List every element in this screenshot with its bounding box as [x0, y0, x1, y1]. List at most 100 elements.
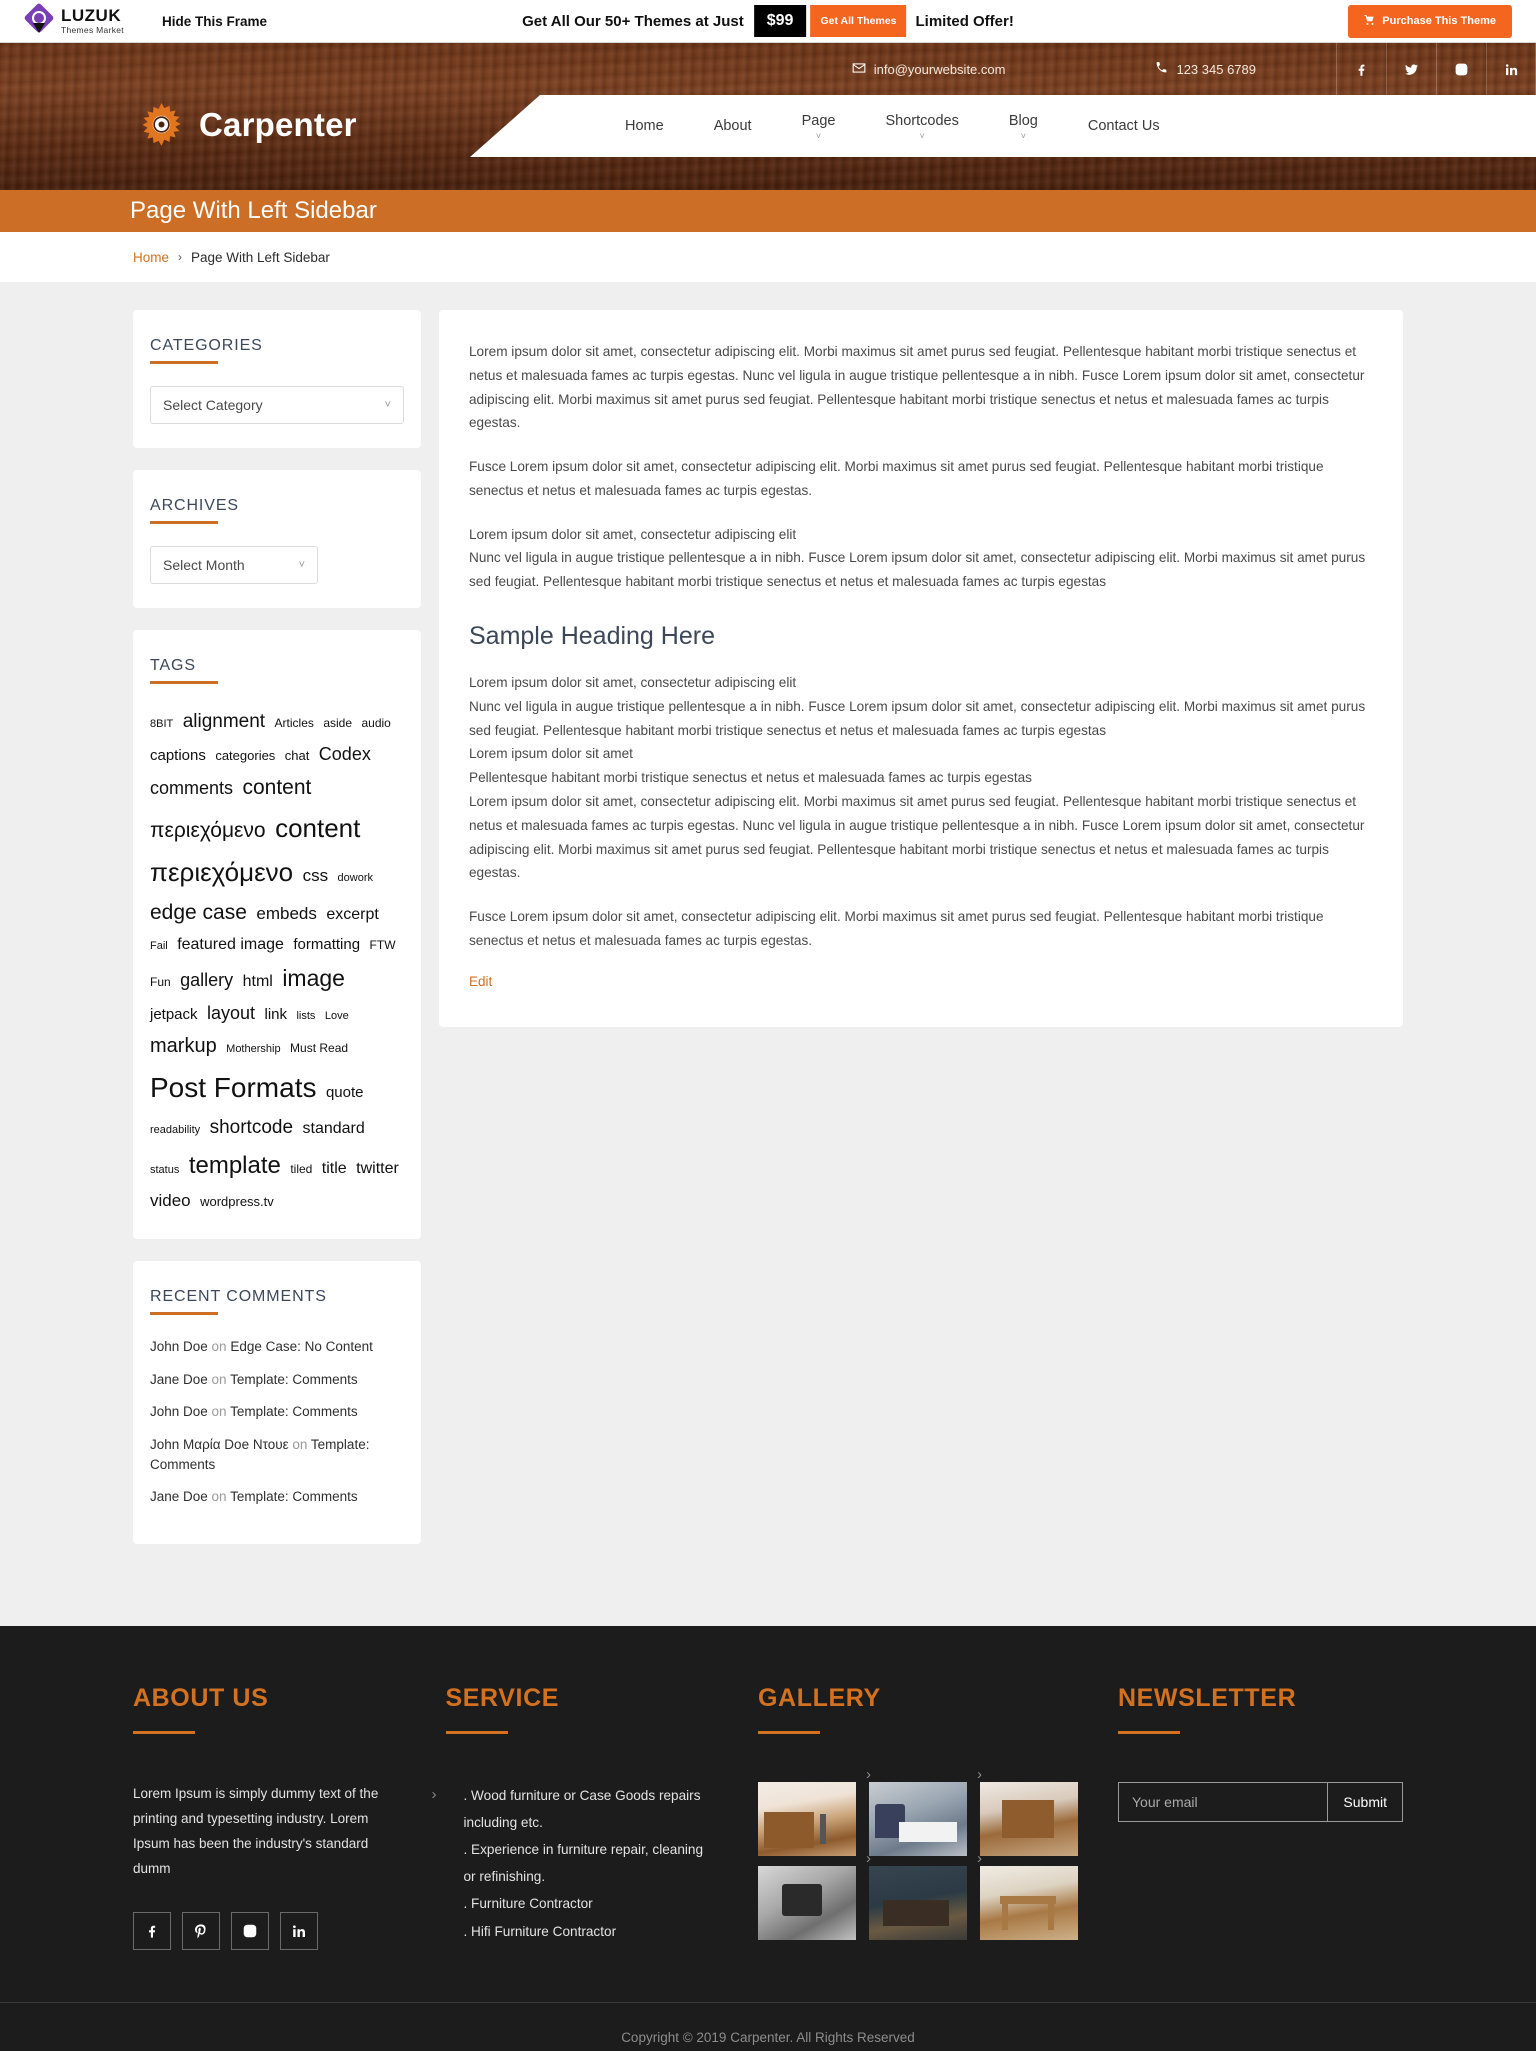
archive-month-select[interactable]: Select Month ˅ [150, 546, 318, 584]
tag-link[interactable]: tiled [290, 1162, 312, 1176]
tag-link[interactable]: twitter [356, 1160, 399, 1177]
tag-link[interactable]: readability [150, 1124, 200, 1136]
nav-item-shortcodes[interactable]: Shortcodes ˅ [860, 113, 983, 141]
nav-item-about[interactable]: About [689, 118, 777, 134]
tag-link[interactable]: css [303, 866, 329, 885]
edit-link[interactable]: Edit [469, 974, 492, 989]
recent-comment-item[interactable]: Jane Doe on Template: Comments [150, 1370, 404, 1390]
tag-link[interactable]: Love [325, 1010, 349, 1022]
tag-link[interactable]: Must Read [290, 1041, 348, 1055]
linkedin-icon[interactable] [280, 1911, 318, 1950]
chevron-right-icon: › [977, 1765, 982, 1783]
tag-link[interactable]: quote [326, 1084, 364, 1101]
comment-on-word: on [207, 1489, 231, 1505]
tag-link[interactable]: edge case [150, 901, 247, 924]
breadcrumb-home-link[interactable]: Home [133, 250, 169, 265]
promo-center-group: Get All Our 50+ Themes at Just $99 Get A… [522, 5, 1014, 37]
gallery-thumb[interactable] [869, 1865, 967, 1940]
luzuk-logo[interactable]: LUZUK Themes Market [23, 2, 124, 36]
tag-link[interactable]: Fun [150, 975, 171, 989]
tag-link[interactable]: featured image [177, 936, 284, 953]
nav-item-blog[interactable]: Blog ˅ [984, 113, 1063, 141]
tag-link[interactable]: html [243, 973, 273, 990]
instagram-icon[interactable] [231, 1911, 269, 1950]
recent-comment-item[interactable]: John Doe on Edge Case: No Content [150, 1337, 404, 1357]
recent-comment-item[interactable]: Jane Doe on Template: Comments [150, 1487, 404, 1507]
gallery-thumb[interactable] [980, 1865, 1078, 1940]
recent-comment-item[interactable]: John Doe on Template: Comments [150, 1402, 404, 1422]
facebook-icon[interactable] [133, 1911, 171, 1950]
tag-link[interactable]: template [189, 1152, 281, 1179]
tag-link[interactable]: link [264, 1006, 287, 1023]
tag-link[interactable]: jetpack [150, 1006, 198, 1023]
tag-link[interactable]: aside [323, 716, 352, 730]
tag-link[interactable]: lists [296, 1010, 315, 1022]
widget-title-recent-comments: RECENT COMMENTS [150, 1288, 404, 1316]
tag-link[interactable]: audio [361, 716, 390, 730]
comment-post-title: Edge Case: No Content [230, 1339, 373, 1355]
pinterest-icon[interactable] [182, 1911, 220, 1950]
tag-link[interactable]: image [282, 965, 345, 991]
tag-link[interactable]: Codex [319, 744, 371, 764]
newsletter-submit-button[interactable]: Submit [1327, 1782, 1402, 1821]
comment-post-title: Template: Comments [230, 1404, 358, 1420]
tag-link[interactable]: standard [303, 1120, 365, 1137]
nav-item-page[interactable]: Page ˅ [777, 113, 861, 141]
tag-link[interactable]: title [322, 1160, 347, 1177]
gallery-thumb[interactable] [758, 1865, 856, 1940]
nav-label: Home [625, 118, 664, 134]
facebook-icon[interactable] [1336, 43, 1386, 95]
linkedin-icon[interactable] [1486, 43, 1536, 95]
instagram-icon[interactable] [1436, 43, 1486, 95]
tag-link[interactable]: shortcode [210, 1117, 293, 1138]
tag-link[interactable]: dowork [338, 872, 373, 884]
gallery-thumb[interactable] [980, 1781, 1078, 1856]
twitter-icon[interactable] [1386, 43, 1436, 95]
tag-link[interactable]: Post Formats [150, 1072, 316, 1103]
tag-link[interactable]: video [150, 1191, 191, 1210]
tag-link[interactable]: comments [150, 778, 233, 798]
service-list-item[interactable]: . Furniture Contractor [446, 1890, 719, 1917]
get-all-themes-button[interactable]: Get All Themes [810, 5, 907, 37]
tag-link[interactable]: Mothership [226, 1043, 280, 1055]
header-email[interactable]: info@yourwebsite.com [852, 61, 1005, 78]
tag-link[interactable]: embeds [256, 904, 316, 923]
site-header: info@yourwebsite.com 123 345 6789 Home A… [0, 43, 1536, 190]
tag-link[interactable]: categories [215, 748, 275, 763]
tag-link[interactable]: captions [150, 747, 206, 764]
tag-link[interactable]: excerpt [326, 906, 378, 923]
tag-link[interactable]: formatting [293, 936, 360, 953]
hide-this-frame-link[interactable]: Hide This Frame [162, 14, 267, 29]
chevron-down-icon: ˅ [298, 559, 305, 571]
gallery-thumb[interactable] [869, 1781, 967, 1856]
tag-link[interactable]: 8BIT [150, 718, 173, 730]
category-select[interactable]: Select Category ˅ [150, 386, 404, 424]
tag-link[interactable]: layout [207, 1003, 255, 1023]
tag-link[interactable]: Fail [150, 940, 168, 952]
recent-comment-item[interactable]: John Μαρία Doe Ντουε on Template: Commen… [150, 1435, 404, 1474]
purchase-this-theme-button[interactable]: Purchase This Theme [1348, 4, 1512, 38]
tag-link[interactable]: gallery [180, 970, 233, 990]
content-paragraph-4: Lorem ipsum dolor sit amet, consectetur … [469, 675, 1366, 881]
widget-recent-comments: RECENT COMMENTS John Doe on Edge Case: N… [133, 1261, 421, 1544]
tag-link[interactable]: wordpress.tv [200, 1194, 274, 1209]
service-list-item[interactable]: . Hifi Furniture Contractor [446, 1918, 719, 1945]
tag-link[interactable]: Articles [275, 716, 314, 730]
tag-link[interactable]: chat [285, 748, 310, 763]
nav-item-home[interactable]: Home [600, 118, 689, 134]
tag-link[interactable]: markup [150, 1035, 217, 1057]
header-phone[interactable]: 123 345 6789 [1155, 61, 1256, 77]
tag-link[interactable]: alignment [183, 711, 265, 732]
nav-item-contact-us[interactable]: Contact Us [1063, 118, 1185, 134]
site-brand[interactable]: Carpenter [140, 103, 357, 146]
newsletter-email-input[interactable] [1119, 1782, 1328, 1821]
header-contact-info: info@yourwebsite.com 123 345 6789 [852, 61, 1256, 78]
service-list-item[interactable]: . Experience in furniture repair, cleani… [446, 1836, 719, 1890]
comment-author: Jane Doe [150, 1489, 208, 1505]
service-list-item[interactable]: . Wood furniture or Case Goods repairs i… [432, 1780, 719, 1836]
comment-on-word: on [288, 1436, 311, 1452]
gallery-thumb[interactable] [758, 1781, 856, 1856]
tag-link[interactable]: FTW [370, 938, 396, 952]
tag-link[interactable]: status [150, 1164, 179, 1176]
nav-label: Shortcodes [885, 113, 959, 129]
